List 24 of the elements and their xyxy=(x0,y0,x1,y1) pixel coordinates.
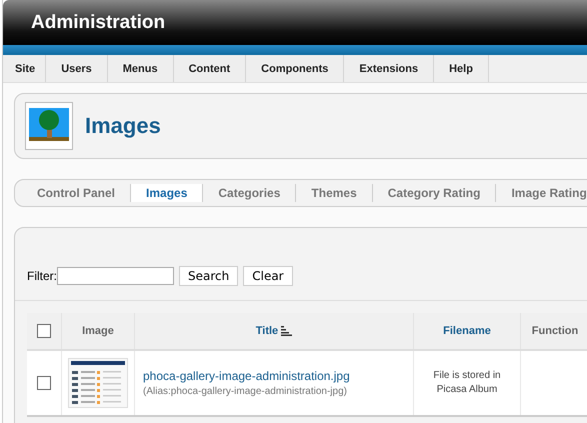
submenu-tab[interactable]: Category Rating xyxy=(372,184,496,202)
page-title: Images xyxy=(85,113,161,139)
image-alias: (Alias:phoca-gallery-image-administration-jpg) xyxy=(143,386,348,397)
image-title-link[interactable]: phoca-gallery-image-administration.jpg xyxy=(143,369,412,383)
submenu-tab[interactable]: Themes xyxy=(295,184,372,202)
filter-label: Filter: xyxy=(27,269,57,283)
header-title: Administration xyxy=(31,12,166,34)
column-header[interactable]: Title xyxy=(256,325,278,337)
column-header: Image xyxy=(82,325,114,337)
screenshot-thumbnail xyxy=(68,358,128,408)
submenu-tab[interactable]: Images xyxy=(130,184,202,202)
submenu-tab[interactable]: Categories xyxy=(202,184,296,202)
sort-icon xyxy=(281,326,292,336)
filter-field[interactable] xyxy=(57,267,174,285)
column-header: Function xyxy=(532,325,578,337)
submenu-tab[interactable]: Control Panel xyxy=(29,184,130,202)
column-header[interactable]: Filename xyxy=(443,325,491,337)
row-checkbox[interactable] xyxy=(37,376,51,390)
filter-button[interactable]: Search xyxy=(179,266,238,286)
submenu-tab[interactable]: Image Rating xyxy=(495,184,587,202)
select-all-checkbox[interactable] xyxy=(37,324,51,338)
tree-picture-icon xyxy=(25,102,73,150)
filter-button[interactable]: Clear xyxy=(243,266,293,286)
filename-text: File is stored in Picasa Album xyxy=(432,369,502,397)
